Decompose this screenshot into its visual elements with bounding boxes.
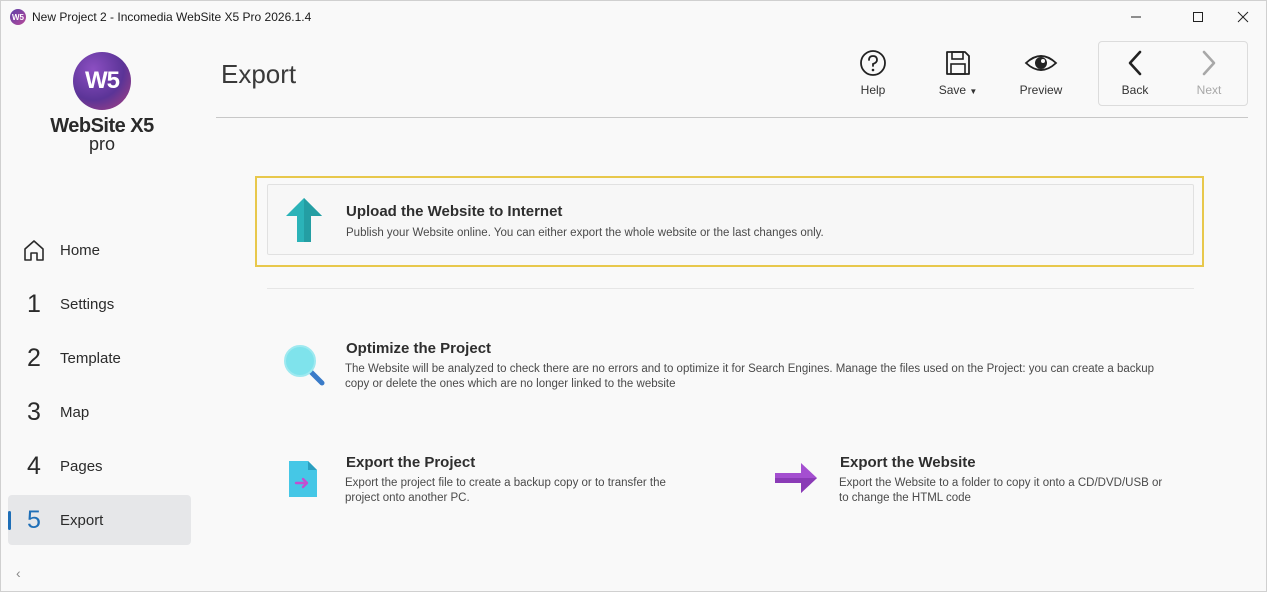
card-description-line: Export the project file to create a back…: [345, 477, 666, 489]
project-file-icon: [289, 461, 317, 497]
minimize-button[interactable]: [1113, 1, 1159, 33]
card-title: Upload the Website to Internet: [346, 203, 563, 220]
card-title: Export the Project: [346, 454, 476, 471]
step-number: 1: [27, 289, 41, 318]
preview-label: Preview: [1019, 83, 1063, 97]
collapse-sidebar-button[interactable]: ‹: [16, 565, 21, 581]
card-title: Optimize the Project: [346, 340, 492, 357]
sidebar-item-label: Export: [60, 511, 104, 529]
sidebar-item-label: Map: [60, 403, 90, 421]
sidebar-item-export[interactable]: 5 Export: [8, 495, 191, 545]
sidebar-item-home[interactable]: Home: [8, 225, 191, 275]
help-button[interactable]: Help: [838, 47, 908, 103]
sidebar-item-template[interactable]: 2 Template: [8, 333, 191, 383]
sidebar-item-label: Home: [60, 241, 101, 259]
section-divider: [267, 288, 1194, 289]
export-website-card[interactable]: Export the Website Export the Website to…: [761, 445, 1194, 515]
product-logo-icon: W5: [73, 52, 131, 110]
sidebar-item-label: Settings: [60, 295, 115, 313]
step-number: 5: [27, 505, 41, 534]
back-label: Back: [1121, 83, 1149, 97]
home-icon: [24, 240, 44, 261]
card-title: Export the Website: [840, 454, 976, 471]
upload-website-card[interactable]: Upload the Website to Internet Publish y…: [267, 184, 1194, 255]
eye-icon: [1024, 55, 1058, 71]
magnifier-icon: [284, 345, 325, 386]
card-description-line: Export the Website to a folder to copy i…: [839, 477, 1163, 489]
card-description-line: to change the HTML code: [839, 492, 971, 504]
product-edition: pro: [88, 134, 115, 154]
upload-arrow-icon: [286, 198, 322, 242]
card-description-line: copy or delete the ones which are no lon…: [345, 378, 676, 390]
sidebar-item-map[interactable]: 3 Map: [8, 387, 191, 437]
chevron-down-icon: ▼: [969, 87, 978, 96]
header-divider: [216, 117, 1248, 118]
title-bar: W5 New Project 2 - Incomedia WebSite X5 …: [1, 1, 1266, 33]
maximize-icon: [1193, 12, 1203, 22]
minimize-icon: [1131, 16, 1141, 18]
step-number: 4: [27, 451, 41, 480]
next-button[interactable]: Next: [1174, 47, 1244, 103]
export-project-card[interactable]: Export the Project Export the project fi…: [267, 445, 727, 515]
app-window: W5 New Project 2 - Incomedia WebSite X5 …: [0, 0, 1267, 592]
sidebar-item-label: Template: [60, 349, 121, 367]
sidebar-item-settings[interactable]: 1 Settings: [8, 279, 191, 329]
chevron-right-icon: [1202, 50, 1216, 76]
app-logo-icon: W5: [10, 9, 26, 25]
card-description-line: The Website will be analyzed to check th…: [345, 363, 1155, 375]
sidebar-item-pages[interactable]: 4 Pages: [8, 441, 191, 491]
help-label: Help: [860, 83, 886, 97]
page-title: Export: [221, 59, 297, 89]
window-title: New Project 2 - Incomedia WebSite X5 Pro…: [32, 10, 312, 24]
close-button[interactable]: [1220, 1, 1266, 33]
chevron-left-icon: [1128, 50, 1142, 76]
card-description: Publish your Website online. You can eit…: [346, 227, 824, 239]
step-number: 2: [27, 343, 41, 372]
sidebar-item-label: Pages: [60, 457, 103, 475]
next-label: Next: [1196, 83, 1222, 97]
step-number: 3: [27, 397, 41, 426]
close-icon: [1237, 11, 1249, 23]
help-icon: [860, 50, 886, 76]
save-button[interactable]: Save ▼: [923, 47, 993, 103]
save-label: Save ▼: [938, 83, 978, 97]
optimize-project-card[interactable]: Optimize the Project The Website will be…: [267, 331, 1194, 401]
save-icon: [946, 51, 970, 75]
back-button[interactable]: Back: [1100, 47, 1170, 103]
maximize-button[interactable]: [1175, 1, 1221, 33]
card-description-line: project onto another PC.: [345, 492, 470, 504]
preview-button[interactable]: Preview: [1006, 47, 1076, 103]
export-arrow-icon: [775, 463, 817, 493]
